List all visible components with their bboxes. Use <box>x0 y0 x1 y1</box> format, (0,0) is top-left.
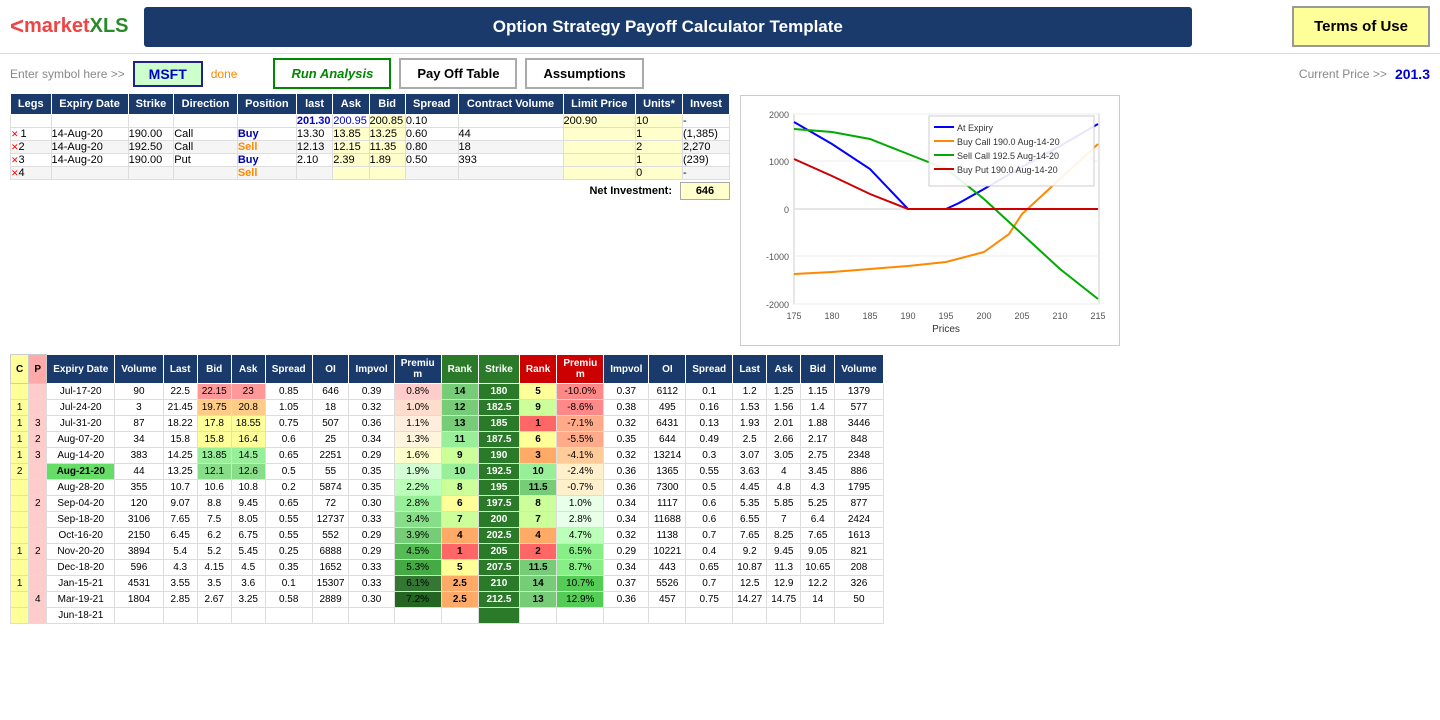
app-title: Option Strategy Payoff Calculator Templa… <box>144 7 1193 47</box>
svg-text:Buy Call 190.0 Aug-14-20: Buy Call 190.0 Aug-14-20 <box>957 137 1060 147</box>
logo-xls: XLS <box>90 15 129 38</box>
svg-text:Sell Call 192.5 Aug-14-20: Sell Call 192.5 Aug-14-20 <box>957 151 1059 161</box>
col-direction: Direction <box>174 94 238 115</box>
table-row: ✕2 14-Aug-20 192.50 Call Sell 12.13 12.1… <box>11 141 730 154</box>
col-ask-d: Ask <box>231 355 265 384</box>
table-row: 2 Sep-04-20 120 9.07 8.8 9.45 0.65 72 0.… <box>11 496 884 512</box>
market-price-row: 201.30 200.95 200.85 0.10 200.90 10 - <box>11 115 730 128</box>
col-oi-d: OI <box>312 355 349 384</box>
col-strike: Strike <box>128 94 174 115</box>
data-table: C P Expiry Date Volume Last Bid Ask Spre… <box>10 354 884 624</box>
col-position: Position <box>237 94 296 115</box>
terms-button[interactable]: Terms of Use <box>1292 6 1430 47</box>
col-c: C <box>11 355 29 384</box>
svg-text:185: 185 <box>862 311 877 321</box>
col-last: last <box>296 94 332 115</box>
col-last-d: Last <box>163 355 197 384</box>
col-limit-price: Limit Price <box>563 94 636 115</box>
payoff-table-button[interactable]: Pay Off Table <box>399 58 517 89</box>
col-volume-r: Volume <box>835 355 883 384</box>
col-bid-r: Bid <box>801 355 835 384</box>
done-label: done <box>211 67 238 81</box>
svg-text:-2000: -2000 <box>766 300 789 310</box>
svg-text:190: 190 <box>900 311 915 321</box>
table-row: ✕3 14-Aug-20 190.00 Put Buy 2.10 2.39 1.… <box>11 154 730 167</box>
col-ask-r: Ask <box>767 355 801 384</box>
legs-table: Legs Expiry Date Strike Direction Positi… <box>10 93 730 180</box>
net-investment-value: 646 <box>680 182 730 200</box>
svg-text:180: 180 <box>824 311 839 321</box>
table-row: Dec-18-20 596 4.3 4.15 4.5 0.35 1652 0.3… <box>11 560 884 576</box>
col-last-r: Last <box>733 355 767 384</box>
price-value: 201.3 <box>1395 66 1430 82</box>
table-row: ✕4 Sell 0 - <box>11 167 730 180</box>
col-spread-r: Spread <box>686 355 733 384</box>
payoff-chart: 2000 1000 0 -1000 -2000 175 180 185 190 … <box>749 104 1119 334</box>
table-row: Oct-16-20 2150 6.45 6.2 6.75 0.55 552 0.… <box>11 528 884 544</box>
table-row: 1 2 Aug-07-20 34 15.8 15.8 16.4 0.6 25 0… <box>11 432 884 448</box>
table-row: 1 3 Aug-14-20 383 14.25 13.85 14.5 0.65 … <box>11 448 884 464</box>
table-row: Jun-18-21 <box>11 608 884 624</box>
col-expiry: Expiry Date <box>51 94 128 115</box>
col-strike-d: Strike <box>479 355 520 384</box>
symbol-label: Enter symbol here >> <box>10 67 125 81</box>
svg-text:1000: 1000 <box>769 157 789 167</box>
col-contract-vol: Contract Volume <box>458 94 563 115</box>
assumptions-button[interactable]: Assumptions <box>525 58 643 89</box>
svg-text:At Expiry: At Expiry <box>957 123 994 133</box>
table-row: 4 Mar-19-21 1804 2.85 2.67 3.25 0.58 288… <box>11 592 884 608</box>
legs-section: Legs Expiry Date Strike Direction Positi… <box>10 93 730 200</box>
logo: < marketXLS <box>10 13 129 41</box>
svg-text:Buy Put 190.0 Aug-14-20: Buy Put 190.0 Aug-14-20 <box>957 165 1058 175</box>
table-row: 1 Jul-24-20 3 21.45 19.75 20.8 1.05 18 0… <box>11 400 884 416</box>
col-spread: Spread <box>405 94 458 115</box>
col-p: P <box>29 355 47 384</box>
table-row: Aug-28-20 355 10.7 10.6 10.8 0.2 5874 0.… <box>11 480 884 496</box>
svg-text:195: 195 <box>938 311 953 321</box>
col-premium-l: Premium <box>394 355 441 384</box>
svg-text:205: 205 <box>1014 311 1029 321</box>
svg-text:2000: 2000 <box>769 110 789 120</box>
price-label: Current Price >> <box>1299 67 1387 81</box>
table-row: ✕1 14-Aug-20 190.00 Call Buy 13.30 13.85… <box>11 128 730 141</box>
svg-text:175: 175 <box>786 311 801 321</box>
svg-text:-1000: -1000 <box>766 252 789 262</box>
col-premium-r: Premium <box>557 355 604 384</box>
data-section: C P Expiry Date Volume Last Bid Ask Spre… <box>0 354 1440 624</box>
svg-text:0: 0 <box>784 205 789 215</box>
table-row: 1 3 Jul-31-20 87 18.22 17.8 18.55 0.75 5… <box>11 416 884 432</box>
table-row: 2 Aug-21-20 44 13.25 12.1 12.6 0.5 55 0.… <box>11 464 884 480</box>
col-rank-r: Rank <box>519 355 556 384</box>
symbol-input[interactable] <box>133 61 203 87</box>
svg-text:Prices: Prices <box>932 324 960 334</box>
col-impvol-d: Impvol <box>349 355 394 384</box>
table-row: Jul-17-20 90 22.5 22.15 23 0.85 646 0.39… <box>11 384 884 400</box>
table-row: 1 2 Nov-20-20 3894 5.4 5.2 5.45 0.25 688… <box>11 544 884 560</box>
col-legs: Legs <box>11 94 52 115</box>
chart-container: 2000 1000 0 -1000 -2000 175 180 185 190 … <box>740 95 1120 346</box>
col-expiry-d: Expiry Date <box>47 355 115 384</box>
svg-text:210: 210 <box>1052 311 1067 321</box>
col-spread-d: Spread <box>265 355 312 384</box>
table-row: 1 Jan-15-21 4531 3.55 3.5 3.6 0.1 15307 … <box>11 576 884 592</box>
col-volume-d: Volume <box>115 355 163 384</box>
logo-text: market <box>24 15 90 38</box>
col-units: Units* <box>636 94 683 115</box>
col-ask: Ask <box>333 94 369 115</box>
svg-text:215: 215 <box>1090 311 1105 321</box>
svg-text:200: 200 <box>976 311 991 321</box>
col-bid: Bid <box>369 94 405 115</box>
col-invest: Invest <box>683 94 730 115</box>
col-rank-l: Rank <box>441 355 478 384</box>
table-row: Sep-18-20 3106 7.65 7.5 8.05 0.55 12737 … <box>11 512 884 528</box>
col-impvol-r: Impvol <box>604 355 649 384</box>
col-bid-d: Bid <box>197 355 231 384</box>
net-investment-label: Net Investment: <box>581 183 680 199</box>
col-oi-r: OI <box>649 355 686 384</box>
run-analysis-button[interactable]: Run Analysis <box>273 58 391 89</box>
